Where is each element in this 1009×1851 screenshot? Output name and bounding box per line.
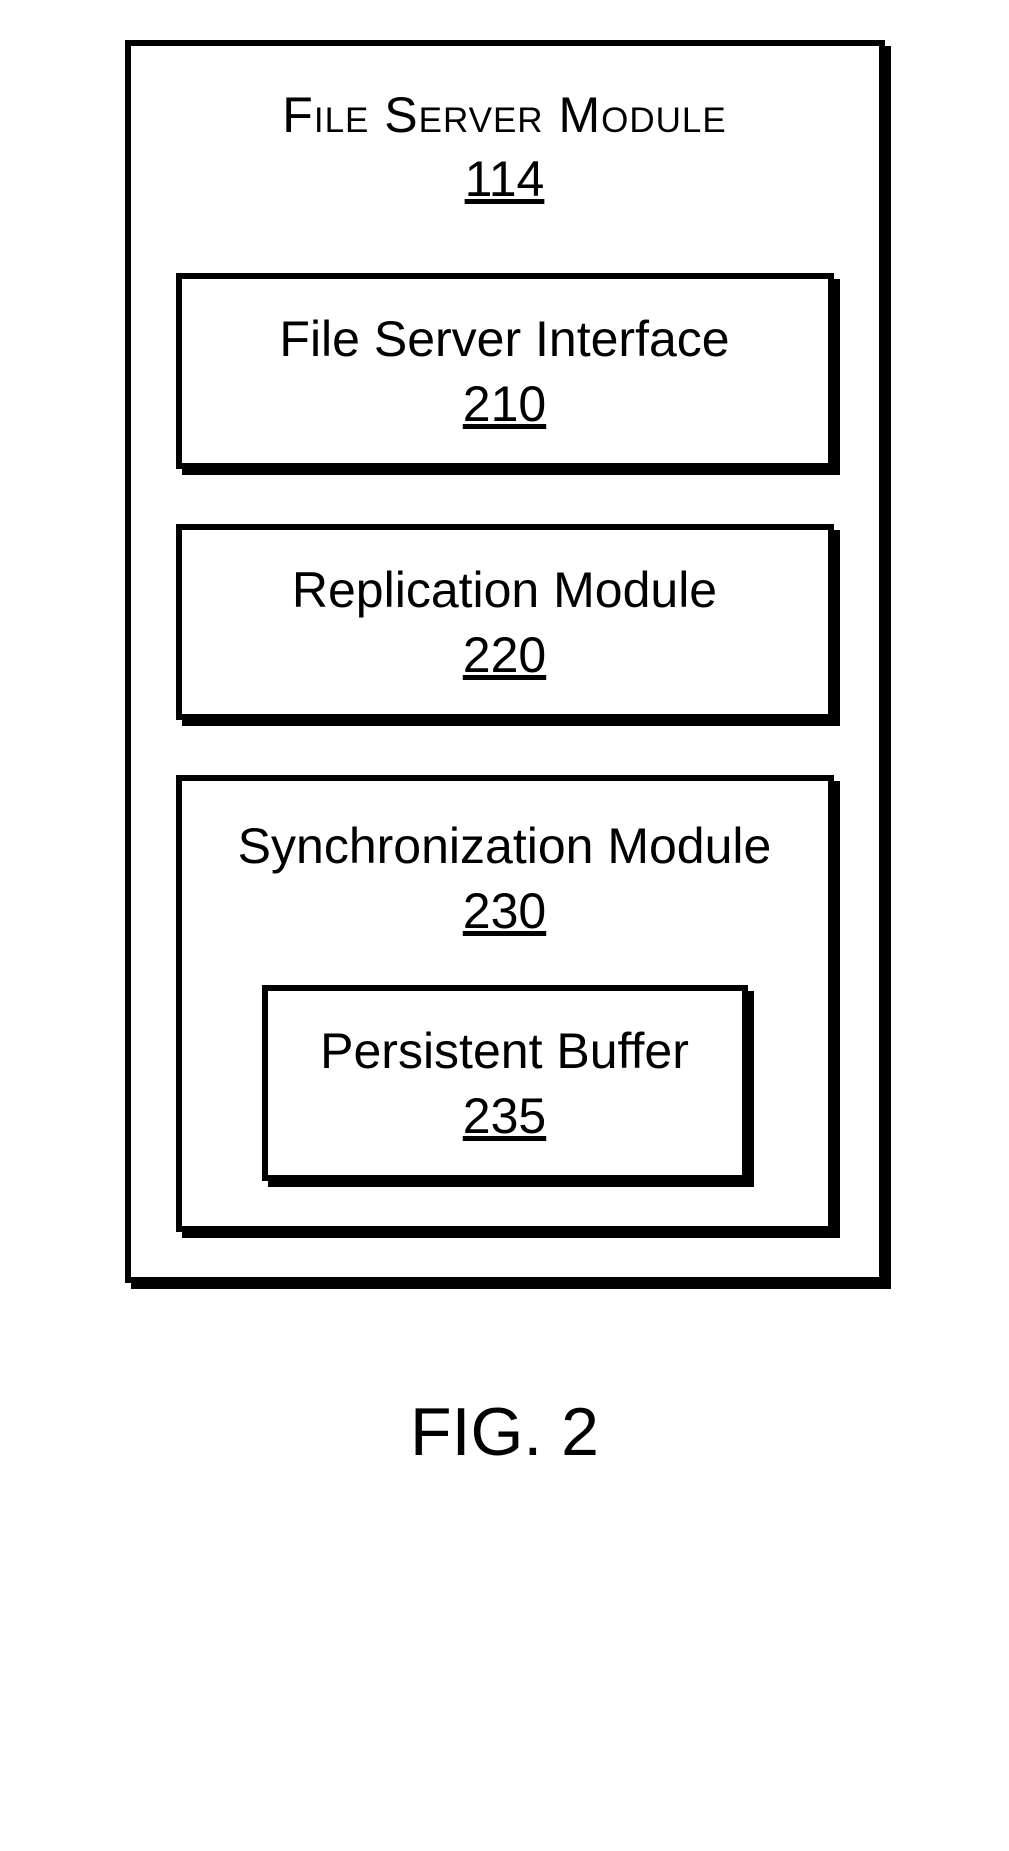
replication-module-box: Replication Module 220	[176, 524, 834, 720]
file-server-interface-box: File Server Interface 210	[176, 273, 834, 469]
synchronization-module-box: Synchronization Module 230 Persistent Bu…	[176, 775, 834, 1232]
persistent-buffer-box: Persistent Buffer 235	[262, 985, 748, 1181]
module-ref: 114	[465, 150, 545, 208]
file-server-interface-label: File Server Interface	[202, 309, 808, 369]
module-title: File Server Module	[176, 86, 834, 144]
replication-module-ref: 220	[463, 626, 546, 684]
synchronization-module-ref: 230	[463, 882, 546, 940]
persistent-buffer-ref: 235	[463, 1087, 546, 1145]
file-server-module-box: File Server Module 114 File Server Inter…	[125, 40, 885, 1283]
module-header: File Server Module 114	[176, 86, 834, 208]
replication-module-label: Replication Module	[202, 560, 808, 620]
file-server-interface-ref: 210	[463, 375, 546, 433]
synchronization-module-label: Synchronization Module	[222, 816, 788, 876]
persistent-buffer-label: Persistent Buffer	[288, 1021, 722, 1081]
figure-caption: FIG. 2	[410, 1393, 599, 1471]
